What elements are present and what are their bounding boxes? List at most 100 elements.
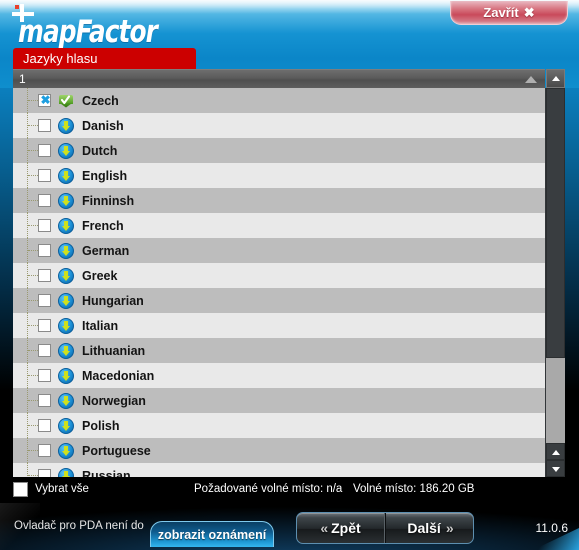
triangle-up-icon [552,450,560,455]
download-icon [58,317,74,334]
mapfactor-logo: mapFactor [10,4,210,50]
row-checkbox[interactable] [38,369,51,382]
tree-elbow [28,350,38,352]
chevron-right-icon: » [445,520,454,536]
download-icon [58,392,74,409]
language-list[interactable]: Czech Danish Dutch English Finninsh French Ger… [13,88,545,477]
next-button[interactable]: Další » [385,513,473,543]
row-checkbox[interactable] [38,294,51,307]
list-item-label: Czech [82,93,119,108]
list-item-label: Hungarian [82,293,144,308]
window-footer: Ovladač pro PDA není do [0,503,579,550]
list-scrollbar[interactable] [546,88,565,477]
list-item[interactable]: Finninsh [13,188,545,213]
list-item[interactable]: Danish [13,113,545,138]
list-item-label: Greek [82,268,118,283]
sort-ascending-icon [525,76,537,83]
list-item[interactable]: Portuguese [13,438,545,463]
download-icon [58,292,74,309]
row-checkbox[interactable] [38,144,51,157]
list-item[interactable]: Macedonian [13,363,545,388]
show-notice-button[interactable]: zobrazit oznámení [150,521,274,547]
tab-label: Jazyky hlasu [23,51,98,66]
list-item[interactable]: Russian [13,463,545,477]
list-item[interactable]: Lithuanian [13,338,545,363]
navigation-button-group: « Zpět Další » [296,512,474,544]
download-icon [58,192,74,209]
space-required-text: Požadované volné místo: n/a [194,483,343,495]
close-button-label: Zavřít [483,5,519,20]
download-icon [58,242,74,259]
tree-elbow [28,400,38,402]
close-x-icon: ✖ [523,4,535,20]
list-item-label: Danish [82,118,124,133]
select-all-checkbox[interactable] [13,482,28,497]
list-item[interactable]: Hungarian [13,288,545,313]
list-item[interactable]: French [13,213,545,238]
logo-dot-icon [15,5,19,9]
list-item[interactable]: German [13,238,545,263]
list-item-label: German [82,243,130,258]
list-item[interactable]: Greek [13,263,545,288]
list-item-label: Dutch [82,143,118,158]
list-item-label: Polish [82,418,120,433]
row-checkbox[interactable] [38,219,51,232]
tab-voice-languages[interactable]: Jazyky hlasu [13,48,196,69]
list-item[interactable]: Dutch [13,138,545,163]
list-column-header[interactable]: 1 [13,69,545,88]
download-icon [58,367,74,384]
tree-elbow [28,175,38,177]
installer-window: mapFactor Zavřít ✖ Jazyky hlasu 1 Czech D… [0,0,579,550]
tree-elbow [28,300,38,302]
list-item[interactable]: Czech [13,88,545,113]
download-icon [58,417,74,434]
list-item[interactable]: Norwegian [13,388,545,413]
tree-elbow [28,125,38,127]
download-icon [58,217,74,234]
tree-elbow [28,375,38,377]
scrollbar-down-button[interactable] [546,460,565,477]
list-item-label: Norwegian [82,393,146,408]
driver-message: Ovladač pro PDA není do [14,520,144,532]
row-checkbox[interactable] [38,269,51,282]
scrollbar-up-button[interactable] [546,443,565,460]
row-checkbox[interactable] [38,169,51,182]
close-button[interactable]: Zavřít ✖ [450,1,568,25]
logo-text: mapFactor [18,14,158,50]
list-item[interactable]: Polish [13,413,545,438]
row-checkbox[interactable] [38,319,51,332]
status-strip: Vybrat vše Požadované volné místo: n/a V… [0,477,579,503]
row-checkbox[interactable] [38,444,51,457]
row-checkbox[interactable] [38,419,51,432]
download-icon [58,142,74,159]
triangle-down-icon [552,467,560,472]
list-item-label: Lithuanian [82,343,146,358]
installed-icon [58,93,74,109]
list-item-label: English [82,168,128,183]
row-checkbox[interactable] [38,344,51,357]
tree-elbow [28,150,38,152]
version-label: 11.0.6 [535,521,568,535]
tree-elbow [28,225,38,227]
triangle-up-icon [552,76,560,81]
scrollbar-thumb[interactable] [546,88,565,358]
row-checkbox[interactable] [38,194,51,207]
back-button[interactable]: « Zpět [297,513,385,543]
row-checkbox[interactable] [38,93,52,107]
chevron-left-icon: « [320,520,328,536]
tree-elbow [28,275,38,277]
next-button-label: Další [407,520,441,536]
list-item[interactable]: Italian [13,313,545,338]
tree-elbow [28,325,38,327]
row-checkbox[interactable] [38,469,51,477]
tree-elbow [28,450,38,452]
right-gutter [565,88,579,477]
list-item[interactable]: English [13,163,545,188]
row-checkbox[interactable] [38,244,51,257]
tree-elbow [28,250,38,252]
list-item-label: Russian [82,468,131,478]
row-checkbox[interactable] [38,394,51,407]
row-checkbox[interactable] [38,119,51,132]
tree-elbow [28,100,38,102]
scroll-top-button[interactable] [546,69,565,88]
